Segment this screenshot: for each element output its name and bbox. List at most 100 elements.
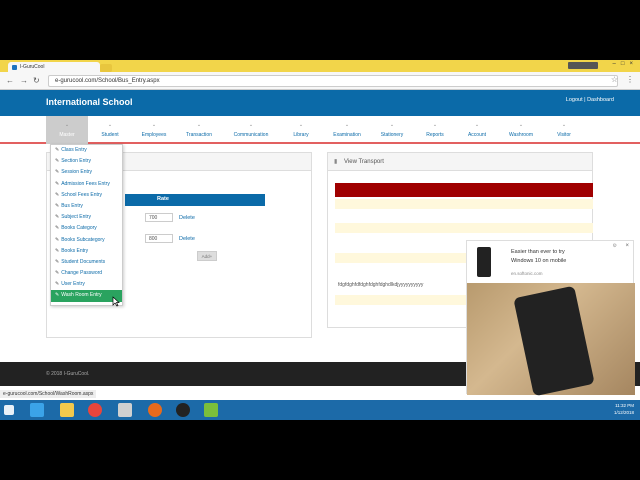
menu-item-bus-entry[interactable]: ✎ Bus Entry: [51, 201, 122, 212]
delete-link[interactable]: Delete: [179, 236, 195, 242]
menu-item-user-entry[interactable]: ✎ User Entry: [51, 279, 122, 290]
edit-icon: ✎: [55, 147, 60, 153]
chevron-down-icon: ⌄: [107, 122, 113, 128]
ad-source: en.softonic.com: [511, 271, 543, 276]
close-icon[interactable]: ×: [625, 243, 629, 249]
mouse-cursor-icon: [112, 296, 120, 307]
chevron-down-icon: ⌄: [344, 122, 350, 128]
menu-item-student-documents[interactable]: ✎ Student Documents: [51, 257, 122, 268]
nav-student[interactable]: ⌄ Student: [92, 116, 128, 144]
chrome-icon[interactable]: [88, 403, 102, 417]
menu-item-books-entry[interactable]: ✎ Books Entry: [51, 246, 122, 257]
bookmark-star-icon[interactable]: ☆: [611, 75, 618, 84]
rate-input[interactable]: 700: [145, 213, 173, 222]
back-icon[interactable]: ←: [6, 76, 14, 85]
chevron-down-icon: ⌄: [389, 122, 395, 128]
windows-taskbar: 11:32 PM 1/12/2018: [0, 400, 640, 420]
edit-icon: ✎: [55, 214, 60, 221]
chevron-down-icon: ⌄: [196, 122, 202, 128]
menu-item-school-fees-entry[interactable]: ✎ School Fees Entry: [51, 190, 122, 201]
edit-icon: ✎: [55, 158, 60, 165]
nav-examination[interactable]: ⌄ Examination: [326, 116, 368, 144]
edit-icon: ✎: [55, 169, 60, 176]
chevron-down-icon: ⌄: [474, 122, 480, 128]
nav-stationery[interactable]: ⌄ Stationery: [372, 116, 412, 144]
nav-employees[interactable]: ⌄ Employees: [133, 116, 175, 144]
edit-icon: ✎: [55, 191, 60, 198]
browser-titlebar: I-GuruCool –□×: [0, 60, 640, 72]
phone-thumbnail: [477, 247, 491, 277]
forward-icon[interactable]: →: [20, 76, 28, 85]
edit-icon: ✎: [55, 247, 60, 254]
menu-item-admission-fees-entry[interactable]: ✎ Admission Fees Entry: [51, 179, 122, 190]
nav-account[interactable]: ⌄ Account: [460, 116, 494, 144]
url-input[interactable]: e-gurucool.com/School/Bus_Entry.aspx: [48, 75, 618, 87]
chrome-menu-icon[interactable]: ⋮: [626, 75, 634, 84]
table-row: [335, 223, 593, 233]
menu-item-books-category[interactable]: ✎ Books Category: [51, 223, 122, 234]
nav-library[interactable]: ⌄ Library: [283, 116, 319, 144]
nav-reports[interactable]: ⌄ Reports: [418, 116, 452, 144]
chevron-down-icon: ⌄: [561, 122, 567, 128]
ad-image: [467, 283, 635, 397]
nav-washroom[interactable]: ⌄ Washroom: [501, 116, 541, 144]
edit-icon: ✎: [55, 281, 60, 288]
menu-item-books-subcategory[interactable]: ✎ Books Subcategory: [51, 235, 122, 246]
app-icon[interactable]: [204, 403, 218, 417]
app-icon[interactable]: [118, 403, 132, 417]
transport-text: fdgfdghfdfdghfdghfdghdlkdjyyyyyyyyyy: [338, 282, 424, 288]
edit-icon: ✎: [55, 236, 60, 243]
chevron-down-icon: ⌄: [518, 122, 524, 128]
school-name: International School: [46, 97, 133, 107]
delete-link[interactable]: Delete: [179, 215, 195, 221]
reload-icon[interactable]: ↻: [33, 76, 40, 85]
phone-image: [513, 285, 595, 397]
edit-icon: ✎: [55, 225, 60, 232]
menu-item-session-entry[interactable]: ✎ Session Entry: [51, 167, 122, 178]
windows-start-icon[interactable]: [4, 405, 14, 415]
system-clock[interactable]: 11:32 PM 1/12/2018: [614, 402, 634, 416]
folder-icon[interactable]: [60, 403, 74, 417]
table-row: 700 Delete: [125, 211, 245, 231]
browser-tab[interactable]: I-GuruCool: [8, 62, 100, 72]
profile-badge[interactable]: [568, 62, 598, 69]
table-row: 800 Delete: [125, 232, 245, 252]
chevron-down-icon: ⌄: [248, 122, 254, 128]
menu-item-subject-entry[interactable]: ✎ Subject Entry: [51, 212, 122, 223]
tab-title: I-GuruCool: [20, 64, 45, 70]
rate-input[interactable]: 800: [145, 234, 173, 243]
master-dropdown-menu: ✎ Class Entry ✎ Section Entry ✎ Session Ent…: [50, 144, 123, 306]
edit-icon: ✎: [55, 270, 60, 277]
nav-communication[interactable]: ⌄ Communication: [226, 116, 276, 144]
edit-icon: ✎: [55, 258, 60, 265]
obs-icon[interactable]: [176, 403, 190, 417]
menu-item-change-password[interactable]: ✎ Change Password: [51, 268, 122, 279]
table-header-bar: [335, 183, 593, 197]
nav-visitor[interactable]: ⌄ Visitor: [548, 116, 580, 144]
top-links[interactable]: Logout | Dashboard: [566, 97, 614, 103]
panel-title: View Transport: [344, 159, 384, 165]
address-bar-area: ← → ↻ e-gurucool.com/School/Bus_Entry.as…: [0, 72, 640, 90]
copyright-text: © 2018 I-GuruCool.: [46, 371, 90, 377]
app-header: International School Logout | Dashboard: [0, 90, 640, 116]
ad-headline: Easier than ever to try: [511, 249, 565, 255]
rate-table-header: Rate: [125, 194, 265, 206]
edit-icon: ✎: [55, 292, 60, 299]
new-tab-button[interactable]: [100, 64, 112, 72]
nav-master[interactable]: ⌄ Master: [46, 116, 88, 144]
menu-item-section-entry[interactable]: ✎ Section Entry: [51, 156, 122, 167]
ad-popup[interactable]: Easier than ever to try Windows 10 on mo…: [466, 240, 635, 397]
firefox-icon[interactable]: [148, 403, 162, 417]
main-nav: ⌄ Master ⌄ Student ⌄ Employees ⌄ Transaction…: [0, 116, 640, 144]
favicon-icon: [12, 65, 17, 70]
edit-icon: ✎: [55, 202, 60, 209]
screen: I-GuruCool –□× ← → ↻ e-gurucool.com/Scho…: [0, 60, 640, 420]
edit-icon: ✎: [55, 180, 60, 187]
ad-info-icon[interactable]: ⚙: [613, 243, 617, 249]
menu-item-class-entry[interactable]: ✎ Class Entry: [51, 145, 122, 156]
window-controls[interactable]: –□×: [613, 61, 638, 67]
ie-icon[interactable]: [30, 403, 44, 417]
add-button[interactable]: Add+: [197, 251, 217, 261]
nav-transaction[interactable]: ⌄ Transaction: [178, 116, 220, 144]
panel-header: ▮ View Transport: [328, 153, 592, 171]
